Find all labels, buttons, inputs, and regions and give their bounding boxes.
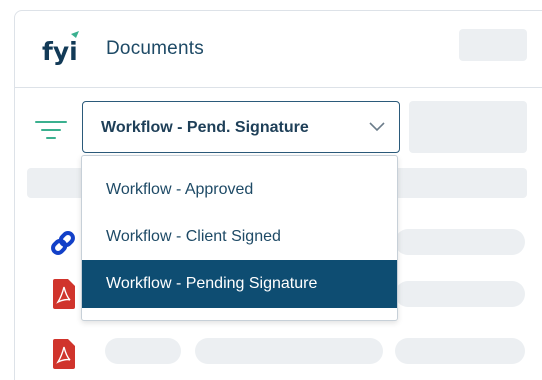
workflow-dropdown-menu: Workflow - Approved Workflow - Client Si…	[81, 155, 398, 321]
fyi-logo: fyi	[42, 31, 79, 66]
page-title: Documents	[106, 38, 204, 59]
workflow-select[interactable]: Workflow - Pend. Signature	[82, 101, 400, 153]
option-workflow-client-signed[interactable]: Workflow - Client Signed	[82, 213, 397, 261]
pdf-icon	[53, 339, 75, 369]
option-workflow-approved[interactable]: Workflow - Approved	[82, 166, 397, 214]
filter-icon[interactable]	[35, 119, 67, 141]
pdf-icon	[53, 279, 75, 309]
chevron-down-icon	[369, 122, 385, 132]
row-placeholder	[395, 338, 525, 364]
header-placeholder	[459, 29, 527, 61]
logo-text: fyi	[42, 37, 78, 66]
row-placeholder	[395, 281, 525, 307]
row-placeholder	[195, 338, 383, 364]
header: fyi Documents	[15, 11, 542, 88]
row-placeholder	[105, 338, 181, 364]
select-value: Workflow - Pend. Signature	[101, 119, 309, 136]
row-placeholder	[395, 229, 525, 255]
option-workflow-pending-signature[interactable]: Workflow - Pending Signature	[82, 260, 397, 308]
toolbar-placeholder	[409, 101, 527, 153]
link-icon	[51, 231, 75, 255]
